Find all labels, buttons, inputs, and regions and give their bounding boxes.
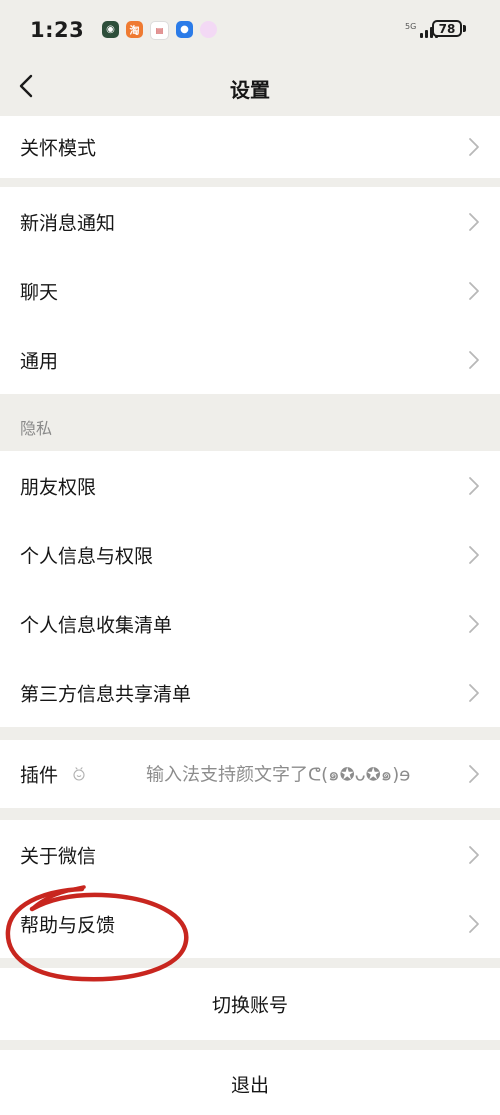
row-new-message-notification[interactable]: 新消息通知 — [0, 187, 500, 256]
battery-level: 78 — [438, 21, 456, 36]
chevron-right-icon — [469, 614, 479, 633]
chevron-right-icon — [469, 845, 479, 864]
switch-account-button[interactable]: 切换账号 — [0, 968, 500, 1040]
chevron-right-icon — [469, 138, 479, 156]
row-label: 聊天 — [20, 281, 59, 303]
chevron-right-icon — [469, 281, 479, 300]
row-label: 新消息通知 — [20, 212, 116, 234]
chevron-right-icon — [469, 350, 479, 369]
section-care-mode: 关怀模式 — [0, 116, 500, 178]
switch-account-label: 切换账号 — [211, 994, 288, 1017]
status-time: 1:23 — [30, 18, 85, 42]
row-plugins[interactable]: 插件 输入法支持颜文字了ᕦ(๑✪ᴗ✪๑)ɘ — [0, 740, 500, 808]
row-care-mode[interactable]: 关怀模式 — [0, 116, 500, 178]
battery-icon: 78 — [432, 20, 462, 37]
chevron-right-icon — [469, 914, 479, 933]
chevron-right-icon — [469, 545, 479, 564]
row-about-wechat[interactable]: 关于微信 — [0, 820, 500, 889]
row-personal-info-permissions[interactable]: 个人信息与权限 — [0, 520, 500, 589]
chevron-right-icon — [469, 683, 479, 702]
row-friend-permissions[interactable]: 朋友权限 — [0, 451, 500, 520]
status-bar: 1:23 ◉ 淘 ▤ ● 5G 78 — [0, 0, 500, 60]
section-switch-account: 切换账号 — [0, 968, 500, 1040]
row-label: 关怀模式 — [20, 137, 97, 160]
battery-tip — [463, 25, 466, 32]
row-third-party-sharing-list[interactable]: 第三方信息共享清单 — [0, 658, 500, 727]
chevron-right-icon — [469, 765, 479, 783]
row-label: 个人信息与权限 — [20, 545, 154, 567]
page-title: 设置 — [230, 78, 270, 102]
news-notification-icon: ▤ — [150, 21, 169, 40]
nav-bar: 设置 — [0, 60, 500, 116]
row-label: 插件 — [20, 764, 59, 787]
row-help-feedback[interactable]: 帮助与反馈 — [0, 889, 500, 958]
chevron-right-icon — [469, 476, 479, 495]
section-logout: 退出 — [0, 1050, 500, 1115]
taobao-notification-icon: 淘 — [126, 21, 143, 38]
network-type-label: 5G — [405, 22, 417, 31]
row-label: 帮助与反馈 — [20, 914, 116, 936]
row-label: 第三方信息共享清单 — [20, 683, 192, 705]
row-chat[interactable]: 聊天 — [0, 256, 500, 325]
app-store-notification-icon — [200, 21, 217, 38]
privacy-group-label: 隐私 — [20, 419, 53, 438]
row-label: 朋友权限 — [20, 476, 97, 498]
row-label: 通用 — [20, 350, 59, 372]
notification-icons: ◉ 淘 ▤ ● — [102, 21, 217, 40]
app-notification-icon: ◉ — [102, 21, 119, 38]
chevron-right-icon — [469, 212, 479, 231]
logout-label: 退出 — [230, 1074, 269, 1097]
row-personal-info-collection-list[interactable]: 个人信息收集清单 — [0, 589, 500, 658]
section-general: 新消息通知 聊天 通用 — [0, 187, 500, 394]
section-plugins: 插件 输入法支持颜文字了ᕦ(๑✪ᴗ✪๑)ɘ — [0, 740, 500, 808]
section-privacy: 朋友权限 个人信息与权限 个人信息收集清单 第三方信息共享清单 — [0, 451, 500, 727]
plugin-promo-text: 输入法支持颜文字了ᕦ(๑✪ᴗ✪๑)ɘ — [146, 764, 411, 786]
row-label: 关于微信 — [20, 845, 97, 867]
plugin-badge-icon — [73, 767, 85, 781]
row-general[interactable]: 通用 — [0, 325, 500, 394]
message-notification-icon: ● — [176, 21, 193, 38]
row-label: 个人信息收集清单 — [20, 614, 173, 636]
section-about: 关于微信 帮助与反馈 — [0, 820, 500, 958]
logout-button[interactable]: 退出 — [0, 1050, 500, 1115]
